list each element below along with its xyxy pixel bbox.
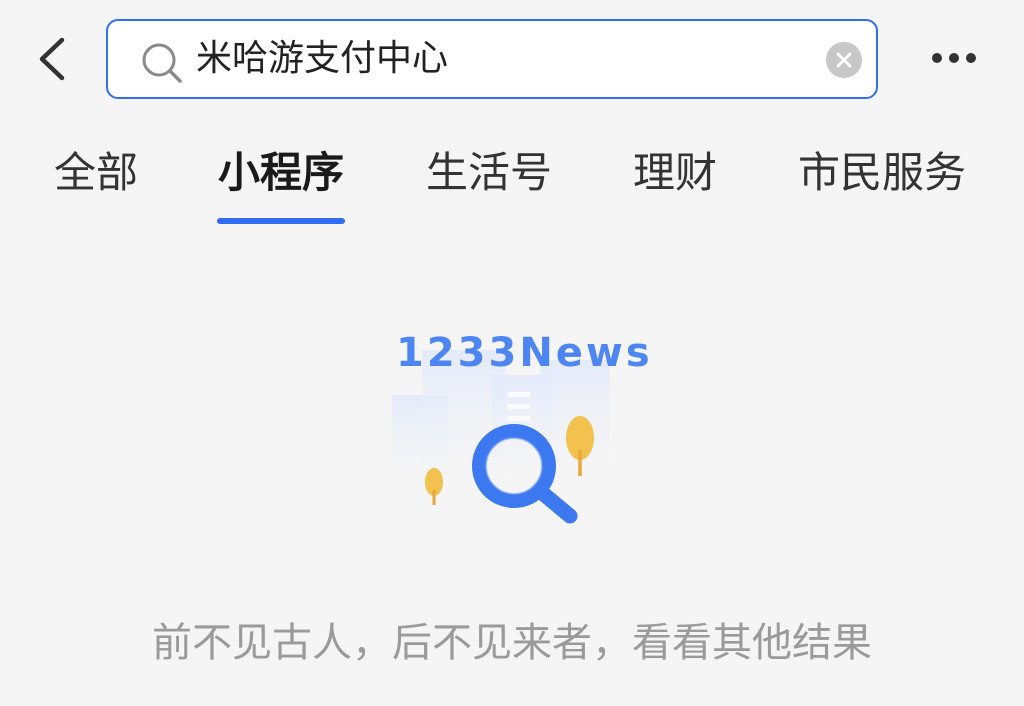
top-bar: 米哈游支付中心 — [0, 0, 1024, 120]
back-button[interactable] — [28, 30, 80, 88]
clear-search-button[interactable] — [826, 42, 862, 78]
more-horizontal-icon — [932, 53, 976, 63]
tab-finance[interactable]: 理财 — [633, 138, 717, 208]
tab-all[interactable]: 全部 — [54, 138, 138, 208]
clear-icon — [836, 52, 852, 68]
category-tabs: 全部 小程序 生活号 理财 市民服务 — [0, 132, 1024, 232]
search-query-text[interactable]: 米哈游支付中心 — [196, 21, 448, 97]
chevron-left-icon — [39, 37, 65, 81]
tab-citizen-services[interactable]: 市民服务 — [798, 138, 966, 208]
tree-left-icon — [425, 468, 443, 505]
tab-mini-programs[interactable]: 小程序 — [218, 138, 344, 208]
watermark-text: 1233News — [396, 330, 653, 376]
active-tab-indicator — [217, 218, 345, 224]
empty-state-message: 前不见古人，后不见来者，看看其他结果 — [152, 620, 872, 666]
search-icon — [142, 43, 182, 83]
more-options-button[interactable] — [926, 38, 982, 78]
search-input[interactable]: 米哈游支付中心 — [106, 19, 878, 99]
tab-life-accounts[interactable]: 生活号 — [426, 138, 552, 208]
